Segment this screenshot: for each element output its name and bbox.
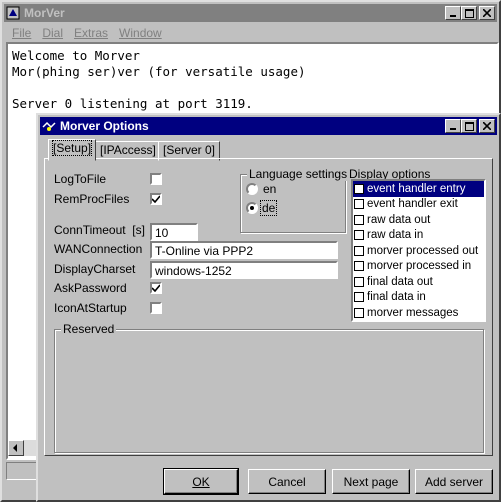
app-icon xyxy=(6,6,20,20)
cancel-button[interactable]: Cancel xyxy=(248,469,326,494)
options-dialog: Morver Options [Setup] [IPAccess] [Serve… xyxy=(36,113,501,502)
wan-connection-input[interactable]: T-Online via PPP2 xyxy=(150,241,338,259)
console-line: Server 0 listening at port 3119. xyxy=(12,96,253,111)
ok-button[interactable]: OK xyxy=(163,468,239,495)
console-line: Welcome to Morver xyxy=(12,48,140,63)
display-options-list[interactable]: event handler entry event handler exit r… xyxy=(351,179,486,322)
menu-bar: File Dial Extras Window xyxy=(6,24,167,42)
log-to-file-label: LogToFile xyxy=(54,172,107,186)
menu-window[interactable]: Window xyxy=(113,24,167,42)
dialog-close-icon[interactable] xyxy=(479,119,495,133)
language-de-radio[interactable] xyxy=(246,202,258,214)
dialog-maximize-icon[interactable] xyxy=(461,119,477,133)
rem-proc-files-label: RemProcFiles xyxy=(54,192,130,206)
console-line: Mor(phing ser)ver (for versatile usage) xyxy=(12,64,306,79)
display-option-item[interactable]: morver messages xyxy=(353,305,484,321)
dialog-minimize-icon[interactable] xyxy=(445,119,461,133)
scroll-left-icon[interactable] xyxy=(8,440,24,456)
checkmark-icon xyxy=(152,284,160,292)
menu-file[interactable]: File xyxy=(6,24,36,42)
main-window-title: MorVer xyxy=(24,6,65,20)
ask-password-checkbox[interactable] xyxy=(150,282,162,294)
next-page-button[interactable]: Next page xyxy=(332,469,410,494)
main-title-bar[interactable]: MorVer xyxy=(4,4,497,22)
language-en-radio[interactable] xyxy=(246,183,258,195)
menu-extras[interactable]: Extras xyxy=(68,24,113,42)
log-to-file-checkbox[interactable] xyxy=(150,173,162,185)
display-option-item[interactable]: event handler entry xyxy=(353,181,484,197)
maximize-icon[interactable] xyxy=(461,6,477,20)
tab-setup[interactable]: [Setup] xyxy=(48,139,97,161)
icon-at-startup-label: IconAtStartup xyxy=(54,301,127,315)
display-charset-input[interactable]: windows-1252 xyxy=(150,261,338,279)
display-option-item[interactable]: event handler exit xyxy=(353,197,484,213)
wan-connection-label: WANConnection xyxy=(54,242,143,256)
dialog-app-icon xyxy=(42,119,56,133)
display-option-item[interactable]: morver processed in xyxy=(353,259,484,275)
reserved-group: Reserved xyxy=(54,322,484,453)
display-option-item[interactable]: morver processed out xyxy=(353,243,484,259)
add-server-button[interactable]: Add server xyxy=(415,469,493,494)
rem-proc-files-checkbox[interactable] xyxy=(150,193,162,205)
language-en-label: en xyxy=(263,182,277,196)
display-option-item[interactable]: final data out xyxy=(353,274,484,290)
ask-password-label: AskPassword xyxy=(54,281,127,295)
icon-at-startup-checkbox[interactable] xyxy=(150,302,162,314)
language-settings-title: Language settings xyxy=(247,167,350,181)
checkmark-icon xyxy=(152,195,160,203)
conn-timeout-label: ConnTimeout [s] xyxy=(54,223,145,237)
display-option-item[interactable]: raw data out xyxy=(353,212,484,228)
conn-timeout-input[interactable]: 10 xyxy=(150,223,198,241)
dialog-title-bar[interactable]: Morver Options xyxy=(40,117,497,135)
menu-dial[interactable]: Dial xyxy=(36,24,68,42)
dialog-title: Morver Options xyxy=(60,119,149,133)
display-option-item[interactable]: final data in xyxy=(353,290,484,306)
display-option-item[interactable]: raw data in xyxy=(353,228,484,244)
display-charset-label: DisplayCharset xyxy=(54,262,136,276)
language-de-label: de xyxy=(259,200,278,216)
reserved-title: Reserved xyxy=(61,322,117,336)
minimize-icon[interactable] xyxy=(445,6,461,20)
close-icon[interactable] xyxy=(479,6,495,20)
